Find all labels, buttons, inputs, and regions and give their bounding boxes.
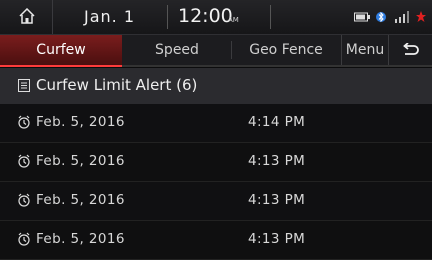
list-header: Curfew Limit Alert (6) — [0, 68, 432, 105]
alert-time: 4:13 PM — [248, 231, 306, 247]
alert-list: Feb. 5, 2016 4:14 PM Feb. 5, 2016 4:13 P… — [0, 104, 432, 260]
status-date: Jan. 1 — [84, 7, 136, 26]
list-item[interactable]: Feb. 5, 2016 4:13 PM — [0, 221, 432, 260]
tab-geo-fence[interactable]: Geo Fence — [232, 35, 340, 65]
status-ampm: AM — [228, 16, 239, 24]
document-icon — [18, 79, 30, 92]
alarm-clock-icon — [18, 115, 30, 129]
alarm-clock-icon — [18, 232, 30, 246]
alert-date: Feb. 5, 2016 — [36, 231, 125, 247]
status-time: 12:00 — [178, 5, 233, 27]
alert-date: Feb. 5, 2016 — [36, 153, 125, 169]
back-icon — [403, 42, 419, 55]
home-icon — [19, 8, 35, 24]
alarm-clock-icon — [18, 193, 30, 207]
list-item[interactable]: Feb. 5, 2016 4:13 PM — [0, 182, 432, 221]
list-item[interactable]: Feb. 5, 2016 4:14 PM — [0, 104, 432, 143]
menu-button[interactable]: Menu — [341, 35, 388, 65]
signal-icon — [395, 11, 409, 23]
home-button[interactable] — [0, 0, 53, 34]
notification-icon — [416, 11, 426, 22]
status-icons — [354, 9, 426, 25]
status-bar: Jan. 1 12:00 AM — [0, 0, 432, 35]
alert-time: 4:13 PM — [248, 192, 306, 208]
status-divider — [270, 5, 271, 29]
alert-date: Feb. 5, 2016 — [36, 192, 125, 208]
tab-bar: Curfew Speed Geo Fence Menu — [0, 35, 432, 67]
alert-date: Feb. 5, 2016 — [36, 114, 125, 130]
alert-time: 4:14 PM — [248, 114, 306, 130]
back-button[interactable] — [388, 35, 432, 65]
tab-speed[interactable]: Speed — [123, 35, 231, 65]
alert-time: 4:13 PM — [248, 153, 306, 169]
list-item[interactable]: Feb. 5, 2016 4:13 PM — [0, 143, 432, 182]
status-divider — [167, 5, 168, 29]
battery-icon — [354, 12, 370, 22]
tab-curfew[interactable]: Curfew — [0, 35, 122, 67]
alarm-clock-icon — [18, 154, 30, 168]
page-title: Curfew Limit Alert (6) — [36, 76, 198, 94]
bluetooth-icon — [376, 11, 386, 23]
